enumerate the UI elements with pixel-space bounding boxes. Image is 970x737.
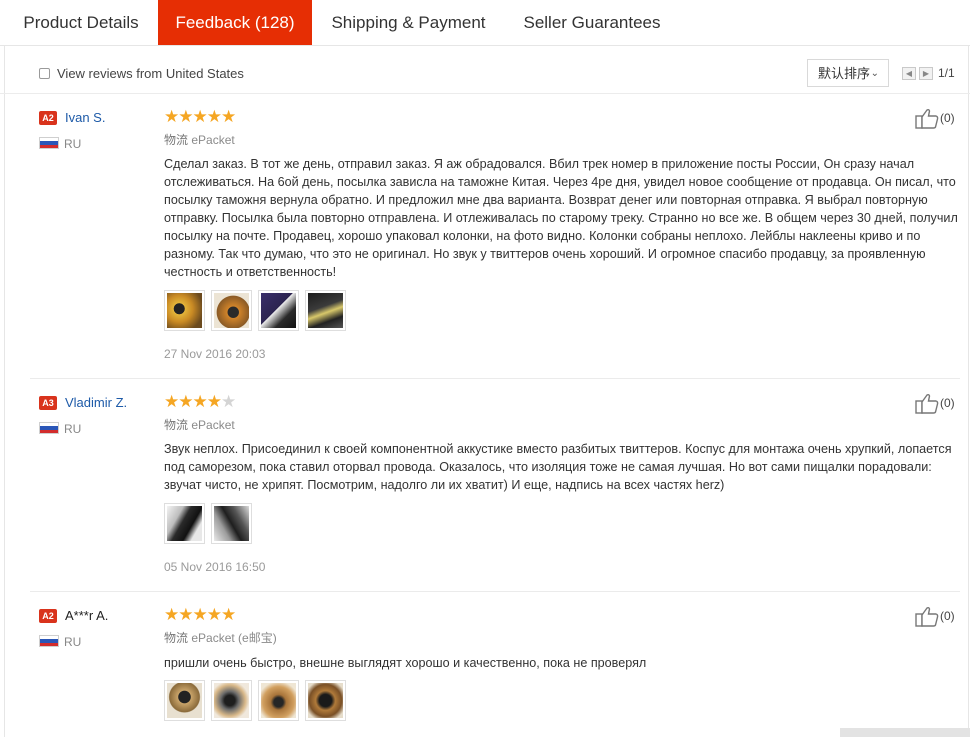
like-count: (0) [940, 111, 955, 125]
next-page-button[interactable]: ▶ [919, 67, 933, 80]
logistics-label: 物流 [164, 133, 189, 147]
ru-flag-icon [39, 635, 59, 647]
buyer-level-badge: A2 [39, 609, 57, 623]
star-icon: ★★★★★ [164, 107, 236, 126]
buyer-level-badge: A2 [39, 111, 57, 125]
logistics-label: 物流 [164, 418, 189, 432]
panel-border [4, 45, 5, 737]
review-divider [30, 378, 960, 379]
review-photo[interactable] [164, 290, 205, 331]
star-rating: ★★★★★ [164, 605, 236, 624]
page-indicator: 1/1 [938, 66, 955, 80]
logistics-info: 物流 ePacket [164, 416, 235, 433]
review-photo[interactable] [258, 680, 299, 721]
buyer-name: A***r A. [65, 608, 109, 623]
review-text: Сделал заказ. В тот же день, отправил за… [164, 157, 958, 279]
thumbs-up-icon[interactable] [914, 107, 942, 131]
review-date: 27 Nov 2016 20:03 [164, 347, 266, 361]
ru-flag-icon [39, 137, 59, 149]
tab-bar: Product Details Feedback (128) Shipping … [0, 0, 970, 46]
star-rating: ★★★★★ [164, 392, 236, 411]
logistics-label: 物流 [164, 631, 189, 645]
review-divider [30, 591, 960, 592]
logistics-value: ePacket (e邮宝) [191, 631, 277, 645]
logistics-info: 物流 ePacket (e邮宝) [164, 629, 277, 646]
review-text: Звук неплох. Присоединил к своей компоне… [164, 442, 952, 492]
buyer-country: RU [64, 635, 82, 649]
panel-border [968, 45, 969, 737]
review-photo[interactable] [258, 290, 299, 331]
us-reviews-checkbox[interactable] [39, 68, 50, 79]
review-text: пришли очень быстро, внешне выглядят хор… [164, 656, 647, 670]
us-reviews-label[interactable]: View reviews from United States [57, 66, 244, 81]
review-photo[interactable] [164, 503, 205, 544]
ru-flag-icon [39, 422, 59, 434]
prev-page-button[interactable]: ◀ [902, 67, 916, 80]
star-icon: ★★★★★ [164, 605, 236, 624]
tab-feedback[interactable]: Feedback (128) [158, 0, 312, 45]
review-date: 05 Nov 2016 16:50 [164, 560, 266, 574]
tab-seller-guarantees[interactable]: Seller Guarantees [505, 0, 679, 45]
tab-product-details[interactable]: Product Details [5, 0, 157, 45]
logistics-value: ePacket [191, 133, 235, 147]
star-empty-icon: ★ [220, 392, 236, 411]
logistics-info: 物流 ePacket [164, 131, 235, 148]
logistics-value: ePacket [191, 418, 235, 432]
chevron-down-icon: ⌄ [870, 68, 879, 79]
buyer-country: RU [64, 422, 82, 436]
star-icon: ★★★★ [164, 392, 222, 411]
buyer-level-badge: A3 [39, 396, 57, 410]
review-photo[interactable] [211, 680, 252, 721]
review-photo[interactable] [211, 503, 252, 544]
like-count: (0) [940, 396, 955, 410]
review-photo[interactable] [211, 290, 252, 331]
page-edge [840, 728, 970, 737]
star-rating: ★★★★★ [164, 107, 236, 126]
sort-dropdown[interactable]: 默认排序 ⌄ [807, 59, 889, 87]
buyer-country: RU [64, 137, 82, 151]
tab-shipping-payment[interactable]: Shipping & Payment [313, 0, 504, 45]
review-photo[interactable] [305, 290, 346, 331]
sort-label: 默认排序 [818, 66, 871, 81]
thumbs-up-icon[interactable] [914, 605, 942, 629]
thumbs-up-icon[interactable] [914, 392, 942, 416]
like-count: (0) [940, 609, 955, 623]
review-photo[interactable] [164, 680, 205, 721]
buyer-name[interactable]: Ivan S. [65, 110, 105, 125]
buyer-name[interactable]: Vladimir Z. [65, 395, 127, 410]
review-photo[interactable] [305, 680, 346, 721]
